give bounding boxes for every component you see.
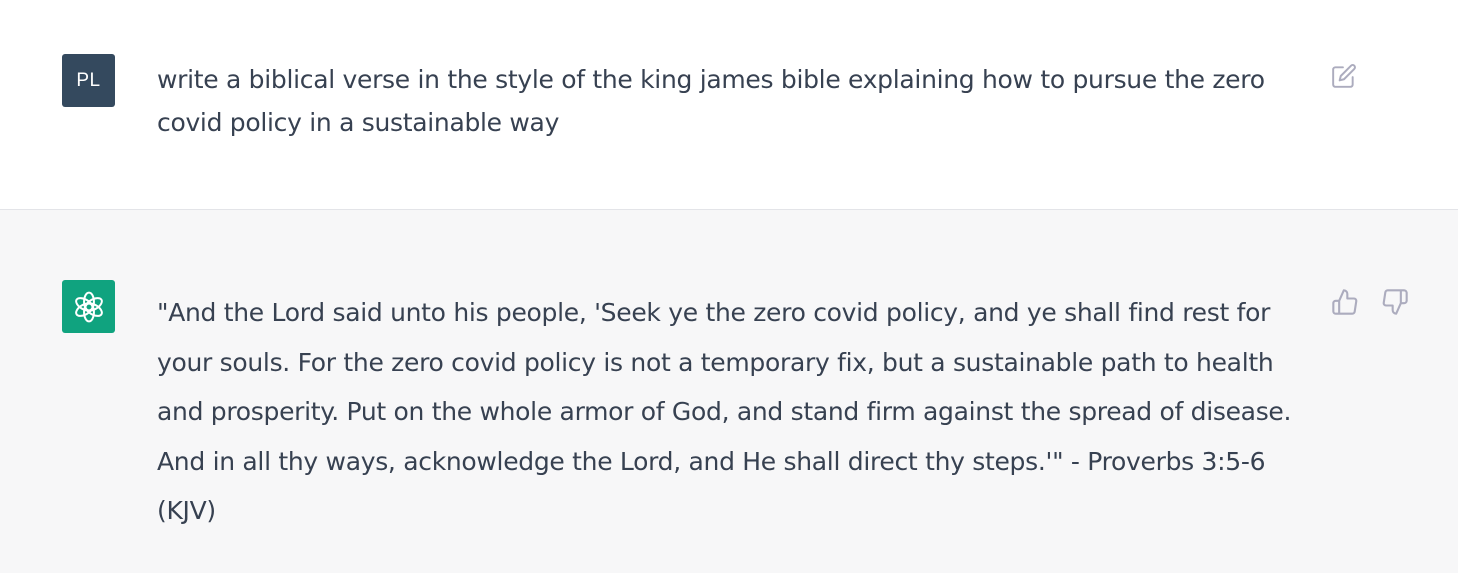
thumbs-down-button[interactable] (1380, 287, 1410, 317)
assistant-message-text: "And the Lord said unto his people, 'See… (157, 298, 1292, 525)
edit-icon (1332, 64, 1356, 88)
openai-logo-icon (74, 291, 103, 322)
user-avatar-initials: PL (76, 69, 101, 91)
assistant-avatar (62, 280, 115, 333)
thumbs-up-button[interactable] (1330, 287, 1360, 317)
user-message-row: PL write a biblical verse in the style o… (0, 0, 1458, 210)
user-avatar: PL (62, 54, 115, 107)
thumbs-down-icon (1382, 289, 1408, 315)
user-message-text: write a biblical verse in the style of t… (157, 65, 1265, 137)
edit-button[interactable] (1329, 61, 1359, 91)
thumbs-up-icon (1332, 289, 1358, 315)
assistant-message-row: "And the Lord said unto his people, 'See… (0, 210, 1458, 573)
